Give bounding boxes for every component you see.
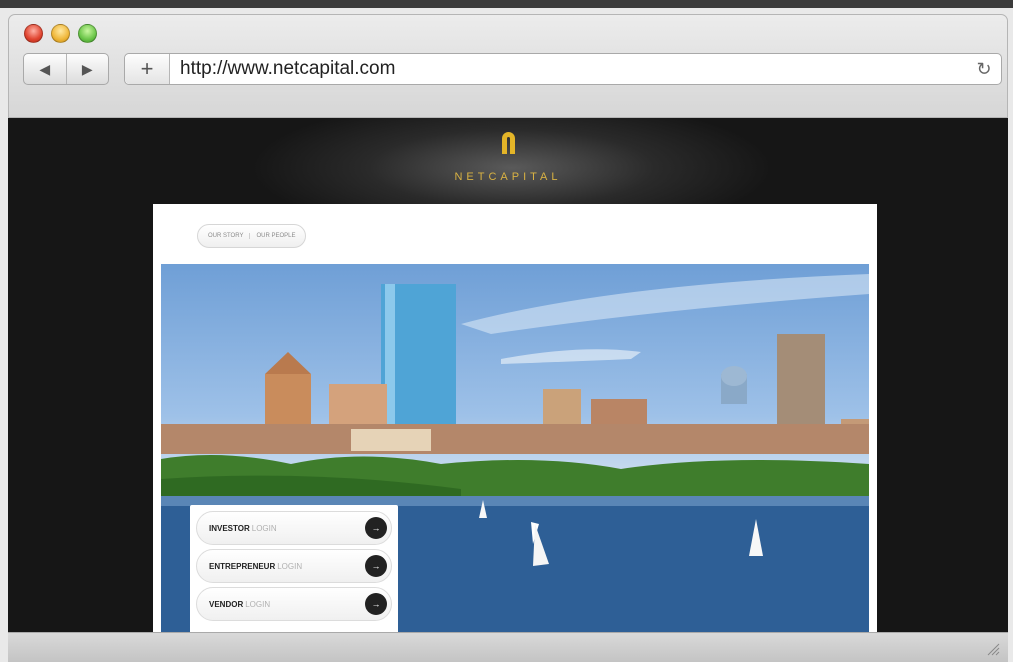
vendor-login-button[interactable]: VENDOR LOGIN →	[196, 587, 392, 621]
back-button[interactable]: ◀	[24, 54, 66, 84]
status-bar	[8, 632, 1008, 662]
nav-our-story[interactable]: OUR STORY	[202, 233, 249, 239]
arrow-right-icon[interactable]: →	[365, 593, 387, 615]
investor-login-button[interactable]: INVESTOR LOGIN →	[196, 511, 392, 545]
resize-grip-icon[interactable]	[986, 642, 1000, 656]
login-suffix-label: LOGIN	[277, 561, 303, 571]
nav-our-people[interactable]: OUR PEOPLE	[249, 233, 301, 239]
window-top-edge	[0, 0, 1013, 8]
site-logo[interactable]: NETCAPITAL	[8, 132, 1008, 183]
address-bar[interactable]: + http://www.netcapital.com ↻	[124, 53, 1002, 85]
minimize-window-button[interactable]	[51, 24, 70, 43]
login-suffix-label: LOGIN	[251, 523, 277, 533]
close-window-button[interactable]	[24, 24, 43, 43]
web-page: NETCAPITAL OUR STORY OUR PEOPLE INVESTOR…	[8, 118, 1008, 632]
brand-name: NETCAPITAL	[454, 171, 562, 183]
forward-button[interactable]: ▶	[65, 54, 109, 84]
browser-chrome: ◀ ▶ + http://www.netcapital.com ↻	[8, 14, 1008, 118]
login-suffix-label: LOGIN	[245, 599, 271, 609]
add-bookmark-button[interactable]: +	[125, 54, 170, 84]
n-logo-icon	[501, 132, 515, 154]
hero-image: INVESTOR LOGIN → ENTREPRENEUR LOGIN → VE…	[161, 264, 869, 632]
login-role-label: VENDOR	[209, 599, 244, 609]
back-icon: ◀	[39, 60, 51, 77]
history-nav: ◀ ▶	[23, 53, 109, 85]
zoom-window-button[interactable]	[78, 24, 97, 43]
site-nav: OUR STORY OUR PEOPLE	[197, 224, 307, 248]
url-text[interactable]: http://www.netcapital.com	[170, 58, 967, 80]
content-card: OUR STORY OUR PEOPLE INVESTOR LOGIN → EN…	[153, 204, 877, 632]
reload-button[interactable]: ↻	[967, 59, 1001, 80]
login-panel: INVESTOR LOGIN → ENTREPRENEUR LOGIN → VE…	[190, 505, 398, 632]
forward-icon: ▶	[81, 60, 93, 77]
login-role-label: ENTREPRENEUR	[209, 561, 276, 571]
login-role-label: INVESTOR	[209, 523, 250, 533]
arrow-right-icon[interactable]: →	[365, 555, 387, 577]
reload-icon: ↻	[976, 58, 992, 79]
plus-icon: +	[140, 56, 154, 81]
entrepreneur-login-button[interactable]: ENTREPRENEUR LOGIN →	[196, 549, 392, 583]
arrow-right-icon[interactable]: →	[365, 517, 387, 539]
window-controls	[24, 24, 97, 43]
